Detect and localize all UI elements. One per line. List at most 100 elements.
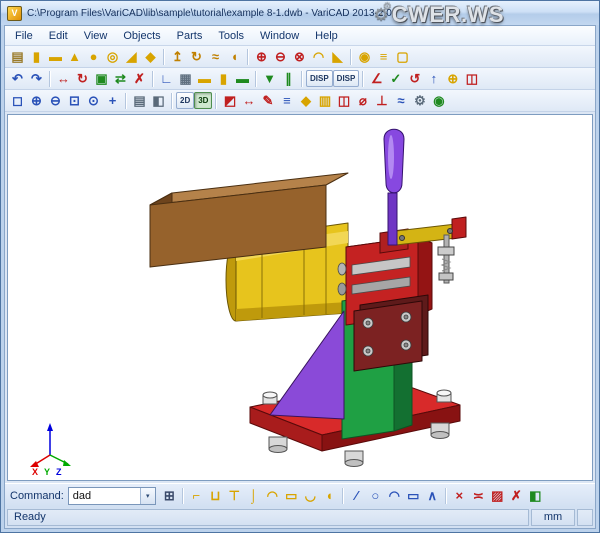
polyline-icon[interactable]: ∧: [423, 486, 442, 505]
rectangle-icon[interactable]: ▭: [404, 486, 423, 505]
redo-icon[interactable]: ↷: [27, 69, 46, 88]
rotate-icon[interactable]: ↻: [73, 69, 92, 88]
erase-icon[interactable]: ✗: [507, 486, 526, 505]
thread-icon[interactable]: ≡: [374, 47, 393, 66]
pipe-icon[interactable]: ◖: [225, 47, 244, 66]
text-annotation-icon[interactable]: ✎: [258, 91, 277, 110]
fillet-edge-icon[interactable]: ◠: [309, 47, 328, 66]
insert-solid-icon[interactable]: ▼: [260, 69, 279, 88]
chamfer-edge-icon[interactable]: ◣: [328, 47, 347, 66]
cylinder-vertical-icon[interactable]: ▮: [214, 69, 233, 88]
command-input[interactable]: dad ▾: [68, 487, 156, 505]
extrude-icon[interactable]: ↥: [168, 47, 187, 66]
boolean-intersect-icon[interactable]: ⊗: [290, 47, 309, 66]
menu-item[interactable]: Window: [252, 28, 307, 44]
menu-item[interactable]: Tools: [210, 28, 252, 44]
layers-icon[interactable]: ≡: [277, 91, 296, 110]
chevron-down-icon[interactable]: ▾: [140, 488, 155, 504]
model-linkage-arm[interactable]: [396, 217, 466, 245]
boolean-subtract-icon[interactable]: ⊖: [271, 47, 290, 66]
solid-cylinder-icon[interactable]: ▬: [46, 47, 65, 66]
menu-item[interactable]: Objects: [115, 28, 168, 44]
part-library-icon[interactable]: ▥: [315, 91, 334, 110]
solid-prism-icon[interactable]: ◆: [141, 47, 160, 66]
zoom-all-icon[interactable]: ⊡: [65, 91, 84, 110]
attributes-icon[interactable]: ◆: [296, 91, 315, 110]
title-bar[interactable]: V C:\Program Files\VariCAD\lib\sample\tu…: [1, 1, 599, 25]
wireframe-box-icon[interactable]: ▦: [176, 69, 195, 88]
solid-box-icon[interactable]: ▮: [27, 47, 46, 66]
hole-icon[interactable]: ◉: [355, 47, 374, 66]
command-value[interactable]: dad: [69, 488, 140, 504]
bolt-circle-icon[interactable]: ⌀: [353, 91, 372, 110]
mirror-icon[interactable]: ⇄: [111, 69, 130, 88]
measure-angle-icon[interactable]: ∠: [367, 69, 386, 88]
solid-torus-icon[interactable]: ◎: [103, 47, 122, 66]
mode-3d-button[interactable]: 3D: [194, 92, 212, 109]
drawing-canvas[interactable]: X Y Z: [7, 114, 593, 481]
align-solids-icon[interactable]: ∥: [279, 69, 298, 88]
zoom-window-icon[interactable]: ◻: [8, 91, 27, 110]
info-icon[interactable]: ◉: [429, 91, 448, 110]
model-gusset[interactable]: [270, 311, 344, 419]
spring-icon[interactable]: ≈: [391, 91, 410, 110]
copy-icon[interactable]: ▣: [92, 69, 111, 88]
menu-item[interactable]: Edit: [41, 28, 76, 44]
cylinder-green-icon[interactable]: ▬: [233, 69, 252, 88]
pan-icon[interactable]: +: [103, 91, 122, 110]
gear-tool-icon[interactable]: ⚙: [410, 91, 429, 110]
profile-round-icon[interactable]: ◡: [301, 486, 320, 505]
revolve-icon[interactable]: ↻: [187, 47, 206, 66]
coordinate-axes-icon[interactable]: ∟: [157, 69, 176, 88]
profile-step-icon[interactable]: ⌡: [244, 486, 263, 505]
display-solid-button[interactable]: DISP: [306, 70, 333, 87]
mode-2d-button[interactable]: 2D: [176, 92, 194, 109]
menu-item[interactable]: Help: [307, 28, 346, 44]
display-wire-button[interactable]: DISP: [333, 70, 360, 87]
sketch-plane-icon[interactable]: ▤: [8, 47, 27, 66]
view-axonometric-icon[interactable]: ◧: [149, 91, 168, 110]
group-icon[interactable]: ◫: [462, 69, 481, 88]
line-icon[interactable]: ∕: [347, 486, 366, 505]
resize-grip[interactable]: [577, 509, 593, 526]
hatch-icon[interactable]: ▨: [488, 486, 507, 505]
keyboard-input-icon[interactable]: ⊞: [160, 486, 179, 505]
model-threaded-rod[interactable]: [438, 235, 454, 283]
profile-arc-icon[interactable]: ◠: [263, 486, 282, 505]
menu-item[interactable]: View: [76, 28, 116, 44]
profile-u-icon[interactable]: ⊔: [206, 486, 225, 505]
dimension-icon[interactable]: ↔: [239, 91, 258, 110]
move-icon[interactable]: ↔: [54, 69, 73, 88]
model-clamp-plates[interactable]: [354, 295, 428, 371]
profile-t-icon[interactable]: ⊤: [225, 486, 244, 505]
attach-icon[interactable]: ⊕: [443, 69, 462, 88]
view-front-icon[interactable]: ▤: [130, 91, 149, 110]
trim-icon[interactable]: ×: [450, 486, 469, 505]
offset-icon[interactable]: ≍: [469, 486, 488, 505]
regenerate-icon[interactable]: ↺: [405, 69, 424, 88]
zoom-in-icon[interactable]: ⊕: [27, 91, 46, 110]
menu-item[interactable]: Parts: [169, 28, 211, 44]
undo-icon[interactable]: ↶: [8, 69, 27, 88]
assembly-icon[interactable]: ◫: [334, 91, 353, 110]
solid-sphere-icon[interactable]: ●: [84, 47, 103, 66]
delete-icon[interactable]: ✗: [130, 69, 149, 88]
solid-cone-icon[interactable]: ▲: [65, 47, 84, 66]
zoom-previous-icon[interactable]: ⊙: [84, 91, 103, 110]
menu-item[interactable]: File: [7, 28, 41, 44]
boolean-union-icon[interactable]: ⊕: [252, 47, 271, 66]
profile-l-icon[interactable]: ⌐: [187, 486, 206, 505]
zoom-out-icon[interactable]: ⊖: [46, 91, 65, 110]
circle-icon[interactable]: ○: [366, 486, 385, 505]
section-view-icon[interactable]: ◩: [220, 91, 239, 110]
properties-icon[interactable]: ◧: [526, 486, 545, 505]
sweep-icon[interactable]: ≈: [206, 47, 225, 66]
solid-wedge-icon[interactable]: ◢: [122, 47, 141, 66]
constraint-icon[interactable]: ⊥: [372, 91, 391, 110]
cylinder-horizontal-icon[interactable]: ▬: [195, 69, 214, 88]
move-up-icon[interactable]: ↑: [424, 69, 443, 88]
shell-icon[interactable]: ▢: [393, 47, 412, 66]
model-handle[interactable]: [384, 129, 404, 245]
arc-icon[interactable]: ◠: [385, 486, 404, 505]
profile-rect-icon[interactable]: ▭: [282, 486, 301, 505]
